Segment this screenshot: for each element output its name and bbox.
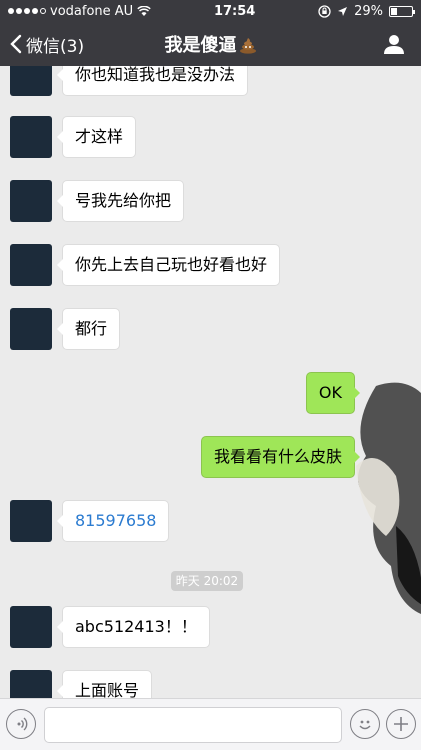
rotation-lock-icon [318,4,331,18]
chat-title-text: 我是傻逼 [164,35,237,56]
status-bar: vodafone AU 17:54 29% [0,0,421,22]
carrier-label: vodafone AU [50,3,134,19]
avatar[interactable] [10,606,52,648]
plus-icon [394,717,408,731]
avatar[interactable] [10,116,52,158]
avatar[interactable] [10,66,52,96]
avatar[interactable] [10,308,52,350]
poop-emoji-icon [239,38,256,54]
message-bubble[interactable]: 才这样 [56,116,137,158]
person-icon[interactable] [383,33,405,55]
voice-button[interactable] [6,709,36,739]
chat-area[interactable]: 你也知道我也是没办法 才这样 号我先给你把 你先上去自己玩也好看也好 都行 OK… [0,66,421,698]
smiley-icon [359,720,371,730]
emoji-button[interactable] [350,709,380,739]
scribble-overlay [356,382,421,614]
status-time: 17:54 [213,3,256,19]
message-bubble[interactable]: 上面账号 [56,670,153,698]
message-bubble-link[interactable]: 81597658 [56,500,170,542]
signal-icon [8,8,46,14]
message-bubble[interactable]: abc512413！！ [57,606,210,648]
input-bar [0,698,421,750]
message-bubble[interactable]: 都行 [56,308,121,350]
back-label: 微信(3) [26,36,85,57]
message-bubble-self[interactable]: 我看看有什么皮肤 [200,436,361,478]
message-input[interactable] [44,707,342,743]
nav-bar: 微信(3) 我是傻逼 [0,22,421,66]
top-bar: vodafone AU 17:54 29% 微信(3) 我是傻逼 [0,0,421,66]
back-button[interactable]: 微信(3) [10,22,84,66]
battery-percent: 29% [354,3,383,19]
location-icon [338,6,348,16]
chevron-left-icon [10,34,22,54]
message-bubble[interactable]: 你也知道我也是没办法 [56,66,249,96]
message-bubble[interactable]: 号我先给你把 [56,180,185,222]
timestamp-label: 昨天 20:02 [171,571,243,591]
avatar[interactable] [10,244,52,286]
battery-icon [388,5,415,17]
avatar[interactable] [10,180,52,222]
wifi-icon [137,5,151,16]
message-bubble[interactable]: 你先上去自己玩也好看也好 [56,244,281,286]
avatar[interactable] [10,670,52,698]
avatar[interactable] [10,500,52,542]
more-button[interactable] [386,709,416,739]
voice-icon [17,717,28,731]
